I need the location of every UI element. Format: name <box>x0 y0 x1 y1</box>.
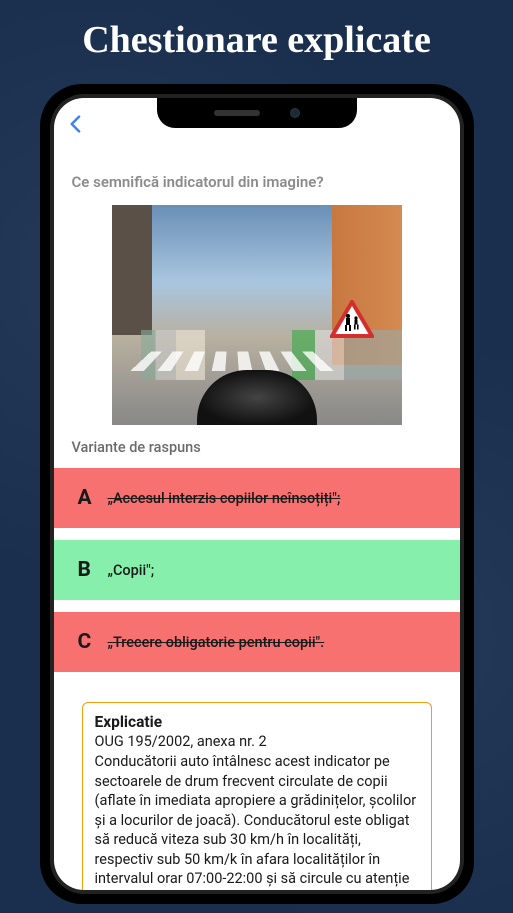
answer-option-b[interactable]: B „Copii"; <box>54 540 460 600</box>
question-area: Ce semnifică indicatorul din imagine? <box>54 143 460 890</box>
back-button[interactable] <box>54 110 96 143</box>
answer-option-c[interactable]: C „Trecere obligatorie pentru copii". <box>54 612 460 672</box>
question-image <box>112 205 402 425</box>
answer-letter: B <box>78 558 108 582</box>
answer-text: „Accesul interzis copiilor neînsoțiți"; <box>108 490 341 507</box>
screen-content: Ce semnifică indicatorul din imagine? <box>54 98 460 890</box>
phone-frame: Ce semnifică indicatorul din imagine? <box>40 84 474 904</box>
notch-camera <box>290 108 300 118</box>
phone-notch <box>157 98 357 128</box>
explanation-box: Explicatie OUG 195/2002, anexa nr. 2 Con… <box>82 702 432 890</box>
answers-list: A „Accesul interzis copiilor neînsoțiți"… <box>54 468 460 672</box>
explanation-title: Explicatie <box>95 713 419 731</box>
answer-text: „Copii"; <box>108 562 155 579</box>
answer-option-a[interactable]: A „Accesul interzis copiilor neînsoțiți"… <box>54 468 460 528</box>
children-warning-sign-icon <box>330 300 374 338</box>
answer-letter: A <box>78 486 108 510</box>
image-building-left <box>112 205 152 335</box>
answer-letter: C <box>78 630 108 654</box>
phone-screen: Ce semnifică indicatorul din imagine? <box>54 98 460 890</box>
question-text: Ce semnifică indicatorul din imagine? <box>68 173 446 191</box>
answer-text: „Trecere obligatorie pentru copii". <box>108 634 325 651</box>
explanation-reference: OUG 195/2002, anexa nr. 2 <box>95 733 419 750</box>
phone-inner: Ce semnifică indicatorul din imagine? <box>50 94 464 894</box>
answers-label: Variante de raspuns <box>68 439 446 456</box>
notch-speaker <box>214 110 260 116</box>
chevron-left-icon <box>68 114 82 139</box>
page-title: Chestionare explicate <box>0 0 513 72</box>
explanation-body: Conducătorii auto întâlnesc acest indica… <box>95 752 419 890</box>
